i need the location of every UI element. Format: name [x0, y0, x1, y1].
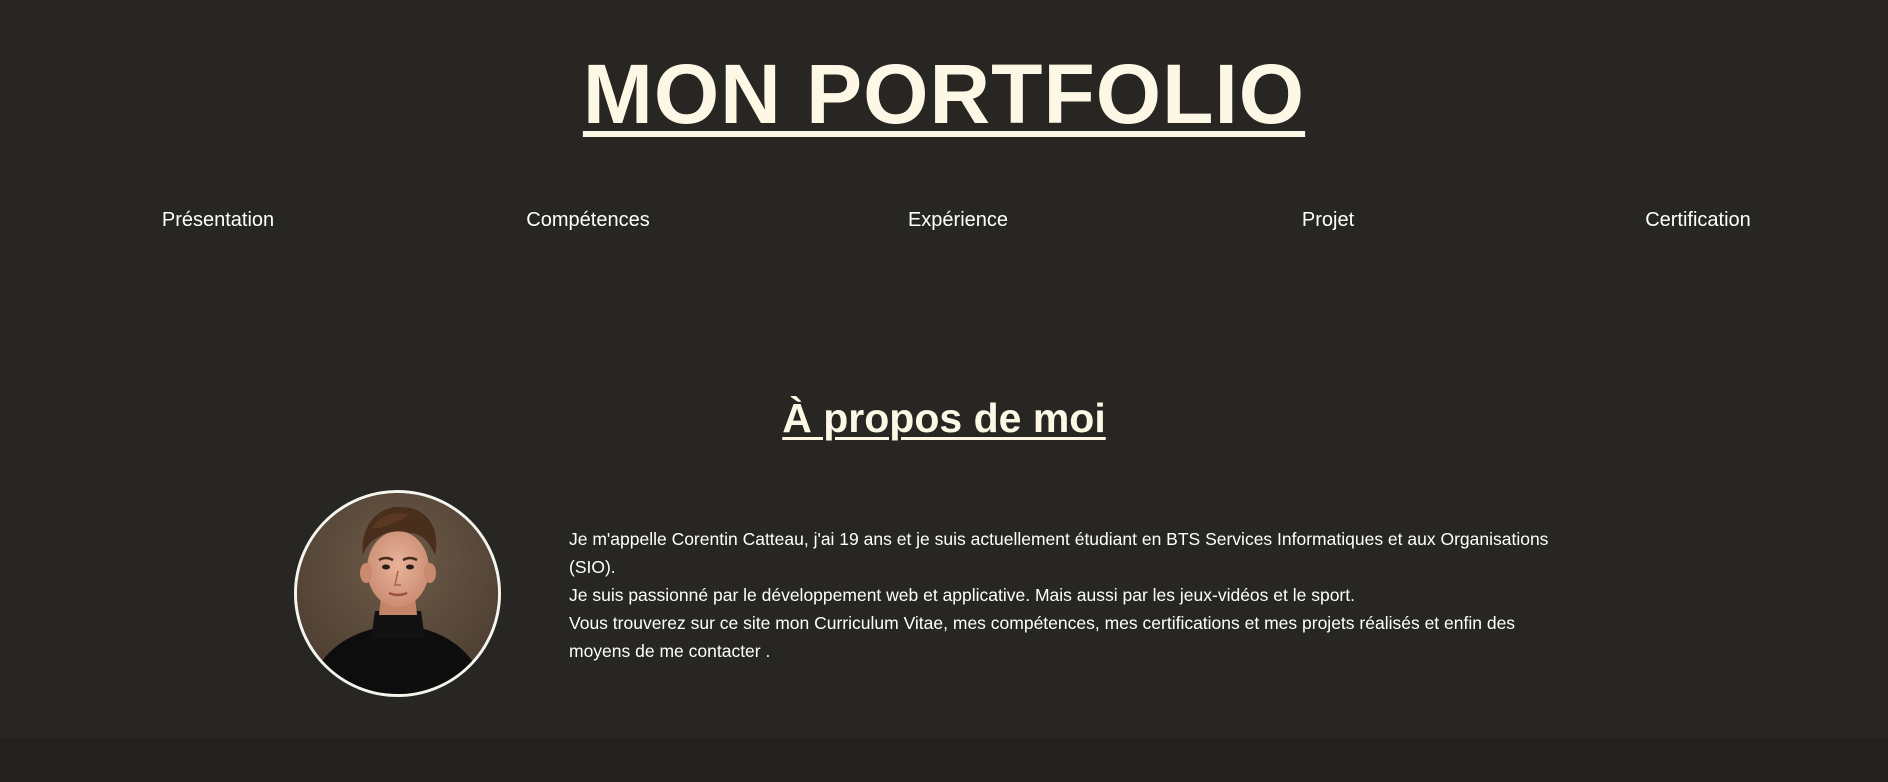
- about-paragraph-site-content: Vous trouverez sur ce site mon Curriculu…: [569, 613, 1516, 661]
- profile-photo: [294, 490, 501, 697]
- about-title: À propos de moi: [782, 395, 1106, 441]
- nav-link-presentation[interactable]: Présentation: [162, 205, 274, 235]
- nav-link-projet[interactable]: Projet: [1302, 205, 1354, 235]
- nav-link-certification[interactable]: Certification: [1645, 205, 1751, 235]
- person-portrait-icon: [297, 493, 498, 694]
- page: MON PORTFOLIO Présentation Compétences E…: [0, 0, 1888, 782]
- footer-band: [0, 738, 1888, 782]
- main-nav: Présentation Compétences Expérience Proj…: [0, 205, 1888, 235]
- nav-link-competences[interactable]: Compétences: [526, 205, 649, 235]
- about-paragraph-passions: Je suis passionné par le développement w…: [569, 585, 1355, 605]
- nav-link-experience[interactable]: Expérience: [908, 205, 1008, 235]
- about-paragraph-intro: Je m'appelle Corentin Catteau, j'ai 19 a…: [569, 529, 1549, 577]
- about-text: Je m'appelle Corentin Catteau, j'ai 19 a…: [569, 525, 1569, 665]
- site-title: MON PORTFOLIO: [582, 47, 1306, 141]
